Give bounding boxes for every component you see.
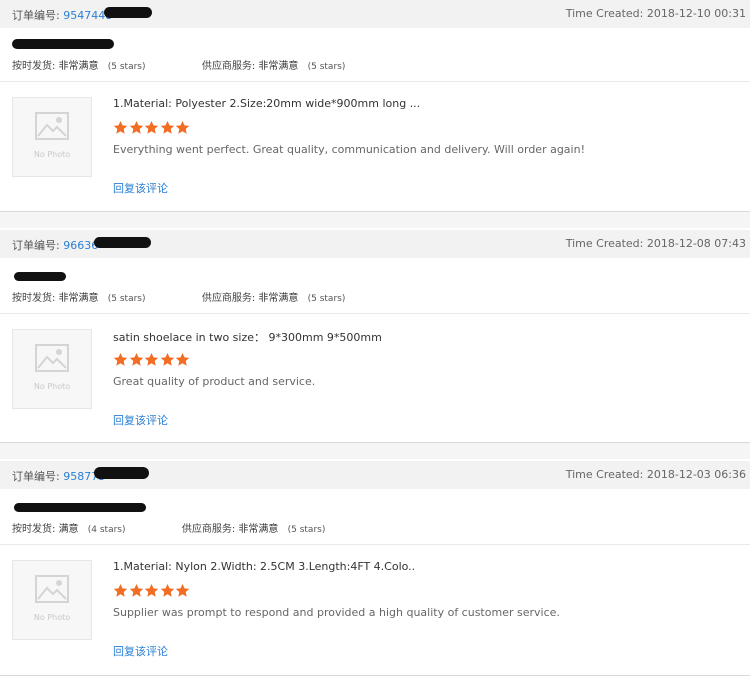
star-rating [113, 120, 191, 136]
service-rating-value: 非常满意 [238, 524, 279, 535]
star-icon [129, 352, 144, 367]
star-icon [160, 583, 175, 598]
service-rating-label: 供应商服务: [201, 293, 256, 304]
delivery-rating-value: 非常满意 [58, 61, 99, 72]
review-comment: Supplier was prompt to respond and provi… [113, 606, 560, 619]
service-rating-stars: (5 stars) [307, 294, 346, 304]
delivery-rating-value: 非常满意 [58, 293, 99, 304]
order-number-row: 订单编号: 958773 [12, 468, 105, 484]
image-placeholder-icon [35, 112, 69, 140]
star-rating [113, 352, 191, 368]
redaction-mark [14, 272, 66, 281]
order-number-row: 订单编号: 96636 [12, 237, 98, 253]
redaction-mark [94, 467, 149, 479]
star-rating [113, 583, 191, 599]
reply-review-link[interactable]: 回复该评论 [113, 412, 168, 428]
star-icon [175, 583, 190, 598]
divider [0, 544, 750, 545]
delivery-rating-label: 按时发货: [12, 524, 56, 535]
star-icon [129, 583, 144, 598]
delivery-rating-stars: (5 stars) [107, 294, 146, 304]
order-card: 订单编号: 9547448 Time Created: 2018-12-10 0… [0, 0, 750, 212]
section-gap [0, 443, 750, 459]
redaction-mark [14, 503, 146, 512]
delivery-rating-stars: (5 stars) [107, 62, 146, 72]
order-header: 订单编号: 958773 Time Created: 2018-12-03 06… [0, 461, 750, 489]
star-icon [113, 352, 128, 367]
star-icon [160, 120, 175, 135]
order-number-row: 订单编号: 9547448 [12, 7, 112, 23]
delivery-rating-stars: (4 stars) [87, 525, 126, 535]
star-icon [129, 120, 144, 135]
star-icon [144, 120, 159, 135]
review-comment: Everything went perfect. Great quality, … [113, 143, 585, 156]
redaction-mark [104, 7, 152, 18]
service-rating-value: 非常满意 [258, 293, 299, 304]
service-rating-value: 非常满意 [258, 61, 299, 72]
service-rating-label: 供应商服务: [181, 524, 236, 535]
redaction-mark [94, 237, 151, 248]
order-number-link[interactable]: 96636 [63, 239, 98, 252]
divider [0, 313, 750, 314]
order-card: 订单编号: 96636 Time Created: 2018-12-08 07:… [0, 228, 750, 443]
reply-review-link[interactable]: 回复该评论 [113, 180, 168, 196]
star-icon [175, 352, 190, 367]
star-icon [113, 583, 128, 598]
time-created: Time Created: 2018-12-08 07:43 [565, 237, 746, 250]
seller-ratings: 按时发货: 非常满意 (5 stars) 供应商服务: 非常满意 (5 star… [12, 57, 345, 72]
image-placeholder-icon [35, 575, 69, 603]
seller-ratings: 按时发货: 满意 (4 stars) 供应商服务: 非常满意 (5 stars) [12, 520, 325, 535]
delivery-rating-label: 按时发货: [12, 293, 56, 304]
product-title[interactable]: 1.Material: Polyester 2.Size:20mm wide*9… [113, 97, 420, 110]
delivery-rating-label: 按时发货: [12, 61, 56, 72]
order-header: 订单编号: 96636 Time Created: 2018-12-08 07:… [0, 230, 750, 258]
product-title[interactable]: 1.Material: Nylon 2.Width: 2.5CM 3.Lengt… [113, 560, 415, 573]
service-rating-label: 供应商服务: [201, 61, 256, 72]
delivery-rating-value: 满意 [58, 524, 79, 535]
time-created: Time Created: 2018-12-03 06:36 [565, 468, 746, 481]
section-gap [0, 212, 750, 228]
order-number-label: 订单编号: [12, 470, 60, 483]
order-number-label: 订单编号: [12, 9, 60, 22]
star-icon [144, 583, 159, 598]
order-header: 订单编号: 9547448 Time Created: 2018-12-10 0… [0, 0, 750, 28]
star-icon [160, 352, 175, 367]
star-icon [175, 120, 190, 135]
star-icon [144, 352, 159, 367]
product-thumbnail[interactable]: No Photo [12, 329, 92, 409]
no-photo-label: No Photo [33, 382, 71, 391]
product-thumbnail[interactable]: No Photo [12, 97, 92, 177]
service-rating-stars: (5 stars) [287, 525, 326, 535]
no-photo-label: No Photo [33, 613, 71, 622]
time-created: Time Created: 2018-12-10 00:31 [565, 7, 746, 20]
star-icon [113, 120, 128, 135]
product-thumbnail[interactable]: No Photo [12, 560, 92, 640]
product-title[interactable]: satin shoelace in two size： 9*300mm 9*50… [113, 329, 382, 345]
order-card: 订单编号: 958773 Time Created: 2018-12-03 06… [0, 459, 750, 676]
order-number-label: 订单编号: [12, 239, 60, 252]
no-photo-label: No Photo [33, 150, 71, 159]
divider [0, 81, 750, 82]
image-placeholder-icon [35, 344, 69, 372]
review-comment: Great quality of product and service. [113, 375, 316, 388]
service-rating-stars: (5 stars) [307, 62, 346, 72]
redaction-mark [12, 39, 114, 49]
seller-ratings: 按时发货: 非常满意 (5 stars) 供应商服务: 非常满意 (5 star… [12, 289, 345, 304]
reply-review-link[interactable]: 回复该评论 [113, 643, 168, 659]
